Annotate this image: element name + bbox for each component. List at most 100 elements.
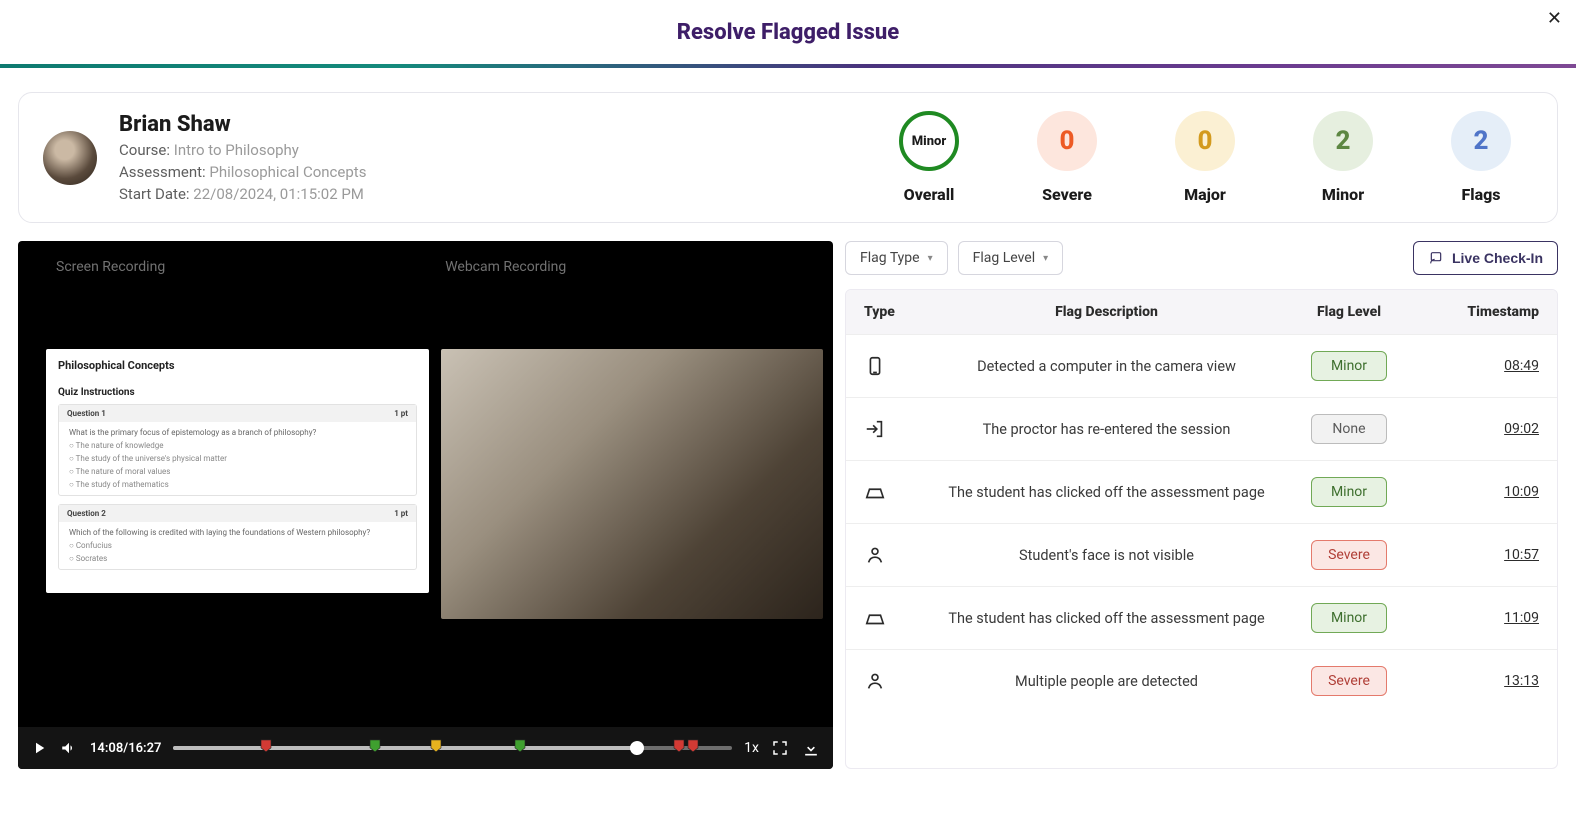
timeline-marker[interactable] (673, 739, 685, 753)
volume-button[interactable] (60, 739, 78, 757)
flag-level-badge: Minor (1311, 603, 1387, 633)
table-row[interactable]: The student has clicked off the assessme… (846, 586, 1557, 649)
table-header: Type Flag Description Flag Level Timesta… (846, 290, 1557, 334)
chevron-down-icon: ▾ (928, 253, 933, 264)
row-level-cell: Severe (1279, 540, 1419, 570)
table-row[interactable]: Student's face is not visibleSevere10:57 (846, 523, 1557, 586)
assessment-label: Assessment: (119, 163, 206, 181)
table-row[interactable]: Detected a computer in the camera view Mi… (846, 334, 1557, 397)
overall-ring: Minor (899, 111, 959, 171)
row-level-cell: Minor (1279, 351, 1419, 381)
row-timestamp-link[interactable]: 10:09 (1504, 484, 1539, 500)
flags-table: Type Flag Description Flag Level Timesta… (845, 289, 1558, 769)
th-type: Type (864, 304, 934, 320)
q2-pts: 1 pt (394, 509, 408, 518)
flag-level-dropdown[interactable]: Flag Level ▾ (958, 241, 1064, 275)
row-type-icon (864, 355, 934, 377)
close-button[interactable]: ✕ (1547, 8, 1562, 29)
minor-ring: 2 (1313, 111, 1373, 171)
play-button[interactable] (30, 739, 48, 757)
flag-level-badge: Minor (1311, 477, 1387, 507)
live-checkin-button[interactable]: Live Check-In (1413, 241, 1558, 275)
stat-flags: 2 Flags (1439, 111, 1523, 204)
row-timestamp-link[interactable]: 09:02 (1504, 421, 1539, 437)
chevron-down-icon: ▾ (1043, 253, 1048, 264)
row-description: Detected a computer in the camera view (934, 358, 1279, 375)
screen-recording-thumb[interactable]: Philosophical Concepts Quiz Instructions… (46, 349, 429, 593)
timeline-progress (173, 746, 637, 750)
flags-ring: 2 (1451, 111, 1511, 171)
flags-label: Flags (1462, 185, 1501, 204)
timeline-marker[interactable] (260, 739, 272, 753)
severe-label: Severe (1042, 185, 1092, 204)
minor-label: Minor (1322, 185, 1364, 204)
severe-ring: 0 (1037, 111, 1097, 171)
table-row[interactable]: The proctor has re-entered the session No… (846, 397, 1557, 460)
row-timestamp-link[interactable]: 13:13 (1504, 673, 1539, 689)
stats-row: Minor Overall 0 Severe 0 Major 2 Minor 2… (887, 111, 1533, 204)
flag-level-badge: None (1311, 414, 1387, 444)
assessment-value: Philosophical Concepts (209, 163, 366, 181)
table-body[interactable]: Detected a computer in the camera view Mi… (846, 334, 1557, 768)
webcam-recording-label: Webcam Recording (445, 259, 566, 275)
webcam-recording-thumb[interactable] (441, 349, 823, 619)
row-timestamp-link[interactable]: 11:09 (1504, 610, 1539, 626)
timeline[interactable] (173, 740, 732, 756)
stat-major: 0 Major (1163, 111, 1247, 204)
quiz-instructions: Quiz Instructions (58, 387, 417, 398)
timeline-marker[interactable] (687, 739, 699, 753)
student-avatar (43, 131, 97, 185)
row-type-icon (864, 418, 934, 440)
row-description: The student has clicked off the assessme… (934, 484, 1279, 501)
course-line: Course: Intro to Philosophy (119, 141, 887, 159)
video-center: Philosophical Concepts Quiz Instructions… (46, 349, 823, 619)
q1-pts: 1 pt (394, 409, 408, 418)
video-controls: 14:08/16:27 1x (18, 727, 833, 769)
video-panel: Screen Recording Webcam Recording Philos… (18, 241, 833, 769)
timeline-marker[interactable] (369, 739, 381, 753)
timeline-marker[interactable] (514, 739, 526, 753)
row-description: Multiple people are detected (934, 673, 1279, 690)
timeline-marker[interactable] (430, 739, 442, 753)
video-labels: Screen Recording Webcam Recording (18, 241, 833, 275)
question-card-2: Question 2 1 pt Which of the following is… (58, 504, 417, 570)
modal-title: Resolve Flagged Issue (677, 20, 899, 45)
major-ring: 0 (1175, 111, 1235, 171)
row-type-icon (864, 607, 934, 629)
q2-head: Question 2 (67, 509, 106, 518)
assessment-line: Assessment: Philosophical Concepts (119, 163, 887, 181)
flag-type-dropdown[interactable]: Flag Type ▾ (845, 241, 948, 275)
row-description: The proctor has re-entered the session (934, 421, 1279, 438)
flag-level-badge: Minor (1311, 351, 1387, 381)
student-meta: Brian Shaw Course: Intro to Philosophy A… (119, 112, 887, 203)
row-timestamp-link[interactable]: 08:49 (1504, 358, 1539, 374)
q2-body: Which of the following is credited with … (59, 522, 416, 569)
table-row[interactable]: The student has clicked off the assessme… (846, 460, 1557, 523)
row-timestamp-link[interactable]: 10:57 (1504, 547, 1539, 563)
th-desc: Flag Description (934, 304, 1279, 320)
stat-minor: 2 Minor (1301, 111, 1385, 204)
fullscreen-button[interactable] (771, 739, 789, 757)
course-label: Course: (119, 141, 170, 159)
startdate-line: Start Date: 22/08/2024, 01:15:02 PM (119, 185, 887, 203)
q1-head: Question 1 (67, 409, 106, 418)
filters-row: Flag Type ▾ Flag Level ▾ Live Check-In (845, 241, 1558, 275)
course-value: Intro to Philosophy (174, 141, 299, 159)
time-display: 14:08/16:27 (90, 741, 161, 756)
startdate-label: Start Date: (119, 185, 190, 203)
flags-panel: Flag Type ▾ Flag Level ▾ Live Check-In T… (845, 241, 1558, 769)
table-row[interactable]: Multiple people are detectedSevere13:13 (846, 649, 1557, 712)
q1-body: What is the primary focus of epistemolog… (59, 422, 416, 495)
playback-speed[interactable]: 1x (744, 740, 759, 756)
row-type-icon (864, 481, 934, 503)
student-name: Brian Shaw (119, 112, 887, 137)
quiz-title: Philosophical Concepts (58, 359, 417, 372)
stat-overall: Minor Overall (887, 111, 971, 204)
row-type-icon (864, 544, 934, 566)
startdate-value: 22/08/2024, 01:15:02 PM (193, 185, 364, 203)
flag-type-label: Flag Type (860, 250, 920, 266)
timeline-knob[interactable] (630, 741, 644, 755)
body-split: Screen Recording Webcam Recording Philos… (0, 241, 1576, 787)
stat-severe: 0 Severe (1025, 111, 1109, 204)
download-button[interactable] (801, 738, 821, 758)
